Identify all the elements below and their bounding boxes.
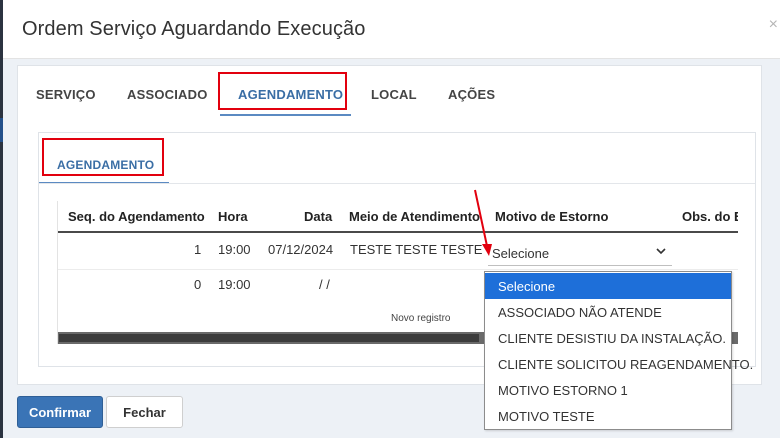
- modal-header: Ordem Serviço Aguardando Execução ×: [3, 0, 780, 59]
- motivo-estorno-dropdown[interactable]: Selecione ASSOCIADO NÃO ATENDE CLIENTE D…: [484, 271, 753, 430]
- select-value: Selecione: [492, 246, 550, 261]
- main-tabs: SERVIÇO ASSOCIADO AGENDAMENTO LOCAL AÇÕE…: [18, 66, 761, 116]
- close-icon[interactable]: ×: [769, 16, 778, 34]
- grid-header: Seq. do Agendamento Hora Data Meio de At…: [58, 201, 738, 233]
- dropdown-option[interactable]: MOTIVO TESTE: [485, 403, 731, 429]
- tab-local[interactable]: LOCAL: [371, 87, 417, 102]
- cell-hora: 19:00: [218, 277, 251, 292]
- highlight-box-main-tab: [218, 72, 347, 110]
- highlight-box-inner-tab: [42, 138, 164, 176]
- chevron-down-icon: [656, 248, 666, 255]
- cell-seq: 0: [194, 277, 202, 292]
- tab-acoes[interactable]: AÇÕES: [448, 87, 495, 102]
- dropdown-option[interactable]: MOTIVO ESTORNO 1: [485, 377, 731, 403]
- dropdown-option[interactable]: Selecione: [485, 273, 731, 299]
- cell-meio: TESTE TESTE TESTE: [350, 242, 483, 257]
- tab-servico[interactable]: SERVIÇO: [36, 87, 96, 102]
- inner-divider: [39, 183, 755, 184]
- col-hora[interactable]: Hora: [218, 209, 248, 224]
- scrollbar-thumb[interactable]: [59, 334, 479, 342]
- cell-seq: 1: [194, 242, 202, 257]
- col-obs[interactable]: Obs. do E: [682, 209, 738, 224]
- dropdown-option[interactable]: CLIENTE DESISTIU DA INSTALAÇÃO.: [485, 325, 731, 351]
- col-motivo[interactable]: Motivo de Estorno: [495, 209, 608, 224]
- row-separator: [58, 269, 738, 270]
- dropdown-option[interactable]: ASSOCIADO NÃO ATENDE: [485, 299, 731, 325]
- confirm-button[interactable]: Confirmar: [17, 396, 103, 428]
- dropdown-option[interactable]: CLIENTE SOLICITOU REAGENDAMENTO.: [485, 351, 753, 377]
- new-record-link[interactable]: Novo registro: [391, 313, 450, 324]
- cell-data: / /: [319, 277, 330, 292]
- modal-title: Ordem Serviço Aguardando Execução: [22, 18, 366, 40]
- tab-associado[interactable]: ASSOCIADO: [127, 87, 208, 102]
- cell-data: 07/12/2024: [268, 242, 334, 257]
- col-seq[interactable]: Seq. do Agendamento: [68, 209, 205, 224]
- close-button[interactable]: Fechar: [106, 396, 183, 428]
- active-tab-underline: [220, 114, 351, 116]
- col-data[interactable]: Data: [304, 209, 332, 224]
- motivo-estorno-select[interactable]: Selecione: [488, 241, 672, 266]
- col-meio[interactable]: Meio de Atendimento: [349, 209, 480, 224]
- cell-hora: 19:00: [218, 242, 251, 257]
